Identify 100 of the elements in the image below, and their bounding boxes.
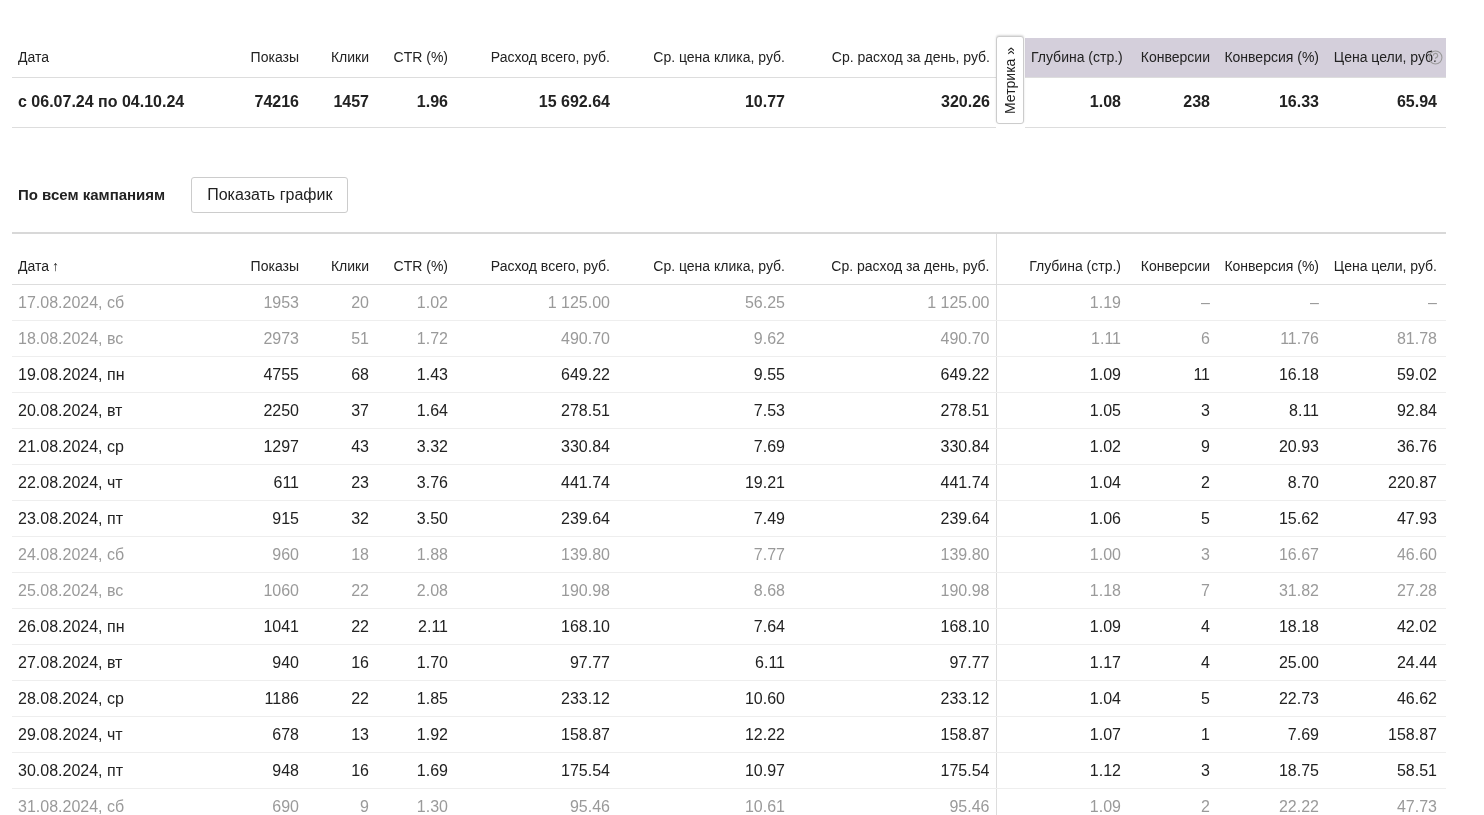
column-header[interactable]: Конверсия (%) (1216, 233, 1325, 285)
table-cell: 1.19 (996, 284, 1127, 321)
table-cell: 3.50 (375, 500, 454, 537)
table-cell: 32 (305, 500, 375, 537)
date-cell: 17.08.2024, сб (12, 284, 230, 321)
table-cell: 46.60 (1325, 536, 1446, 573)
total-cell: 74216 (230, 77, 305, 127)
table-cell: 2.11 (375, 608, 454, 645)
table-cell: 42.02 (1325, 608, 1446, 645)
column-header[interactable]: CTR (%) (375, 233, 454, 285)
table-cell: 441.74 (791, 464, 996, 501)
column-header[interactable]: Цена цели, руб. (1325, 233, 1446, 285)
table-cell: 948 (230, 752, 305, 789)
table-cell: 1.06 (996, 500, 1127, 537)
table-cell: 1060 (230, 572, 305, 609)
table-cell: 18.75 (1216, 752, 1325, 789)
date-cell: 25.08.2024, вс (12, 572, 230, 609)
table-cell: 1 (1127, 716, 1216, 753)
column-header[interactable]: Клики (305, 233, 375, 285)
date-cell: 21.08.2024, ср (12, 428, 230, 465)
table-cell: 3.32 (375, 428, 454, 465)
table-cell: 1.05 (996, 392, 1127, 429)
show-chart-button[interactable]: Показать график (191, 176, 349, 213)
column-header[interactable]: Ср. расход за день, руб. (791, 233, 996, 285)
sort-arrow: ↑ (52, 258, 59, 274)
table-cell: 36.76 (1325, 428, 1446, 465)
table-cell: 1186 (230, 680, 305, 717)
table-cell: 2 (1127, 788, 1216, 815)
table-cell: – (1127, 284, 1216, 321)
column-header[interactable]: Конверсии (1127, 233, 1216, 285)
table-cell: 1.30 (375, 788, 454, 815)
table-cell: 139.80 (791, 536, 996, 573)
table-cell: 1.43 (375, 356, 454, 393)
total-cell: 1457 (305, 77, 375, 127)
table-cell: 2250 (230, 392, 305, 429)
table-cell: 4755 (230, 356, 305, 393)
table-cell: 18 (305, 536, 375, 573)
table-cell: 915 (230, 500, 305, 537)
column-header[interactable]: Дата ↑ (12, 233, 230, 285)
date-cell: 29.08.2024, чт (12, 716, 230, 753)
table-cell: 24.44 (1325, 644, 1446, 681)
table-cell: 95.46 (454, 788, 616, 815)
table-cell: 16 (305, 644, 375, 681)
table-cell: 11 (1127, 356, 1216, 393)
column-header[interactable]: Расход всего, руб. (454, 233, 616, 285)
table-cell: 6 (1127, 320, 1216, 357)
table-cell: 16.18 (1216, 356, 1325, 393)
table-cell: 25.00 (1216, 644, 1325, 681)
table-cell: 7.69 (1216, 716, 1325, 753)
table-cell: 490.70 (454, 320, 616, 357)
table-cell: 960 (230, 536, 305, 573)
table-cell: 3 (1127, 752, 1216, 789)
total-cell: 1.96 (375, 77, 454, 127)
table-cell: 1.09 (996, 356, 1127, 393)
table-cell: 4 (1127, 608, 1216, 645)
table-cell: 239.64 (454, 500, 616, 537)
table-cell: 15.62 (1216, 500, 1325, 537)
total-cell: 15 692.64 (454, 77, 616, 127)
table-cell: 22 (305, 608, 375, 645)
date-cell: 26.08.2024, пн (12, 608, 230, 645)
column-header[interactable]: Показы (230, 233, 305, 285)
table-cell: 1.92 (375, 716, 454, 753)
table-cell: 16.67 (1216, 536, 1325, 573)
column-header[interactable]: Ср. цена клика, руб. (616, 233, 791, 285)
table-cell: 190.98 (454, 572, 616, 609)
column-header[interactable]: Глубина (стр.) (996, 233, 1127, 285)
table-cell: 31.82 (1216, 572, 1325, 609)
table-cell: 10.61 (616, 788, 791, 815)
total-cell: 320.26 (791, 77, 996, 127)
table-cell: 1.04 (996, 680, 1127, 717)
table-cell: 8.68 (616, 572, 791, 609)
table-cell: 175.54 (791, 752, 996, 789)
table-cell: 11.76 (1216, 320, 1325, 357)
table-cell: 3 (1127, 392, 1216, 429)
table-cell: 20 (305, 284, 375, 321)
date-cell: 18.08.2024, вс (12, 320, 230, 357)
table-cell: 7.53 (616, 392, 791, 429)
table-cell: 278.51 (791, 392, 996, 429)
table-cell: 9 (1127, 428, 1216, 465)
table-cell: 220.87 (1325, 464, 1446, 501)
table-cell: 2973 (230, 320, 305, 357)
table-cell: 8.70 (1216, 464, 1325, 501)
table-cell: 1297 (230, 428, 305, 465)
date-cell: 22.08.2024, чт (12, 464, 230, 501)
date-cell: 31.08.2024, сб (12, 788, 230, 815)
total-cell: 1.08 (1025, 77, 1127, 127)
total-cell: 238 (1127, 77, 1216, 127)
table-cell: 23 (305, 464, 375, 501)
column-header: Клики (305, 38, 375, 78)
table-cell: 3.76 (375, 464, 454, 501)
table-cell: 43 (305, 428, 375, 465)
table-cell: 1041 (230, 608, 305, 645)
table-cell: 37 (305, 392, 375, 429)
table-cell: 19.21 (616, 464, 791, 501)
date-cell: 23.08.2024, пт (12, 500, 230, 537)
table-cell: 1.18 (996, 572, 1127, 609)
total-cell: 10.77 (616, 77, 791, 127)
metrika-tab[interactable]: Метрика » (996, 36, 1024, 124)
table-cell: 330.84 (791, 428, 996, 465)
table-cell: 690 (230, 788, 305, 815)
